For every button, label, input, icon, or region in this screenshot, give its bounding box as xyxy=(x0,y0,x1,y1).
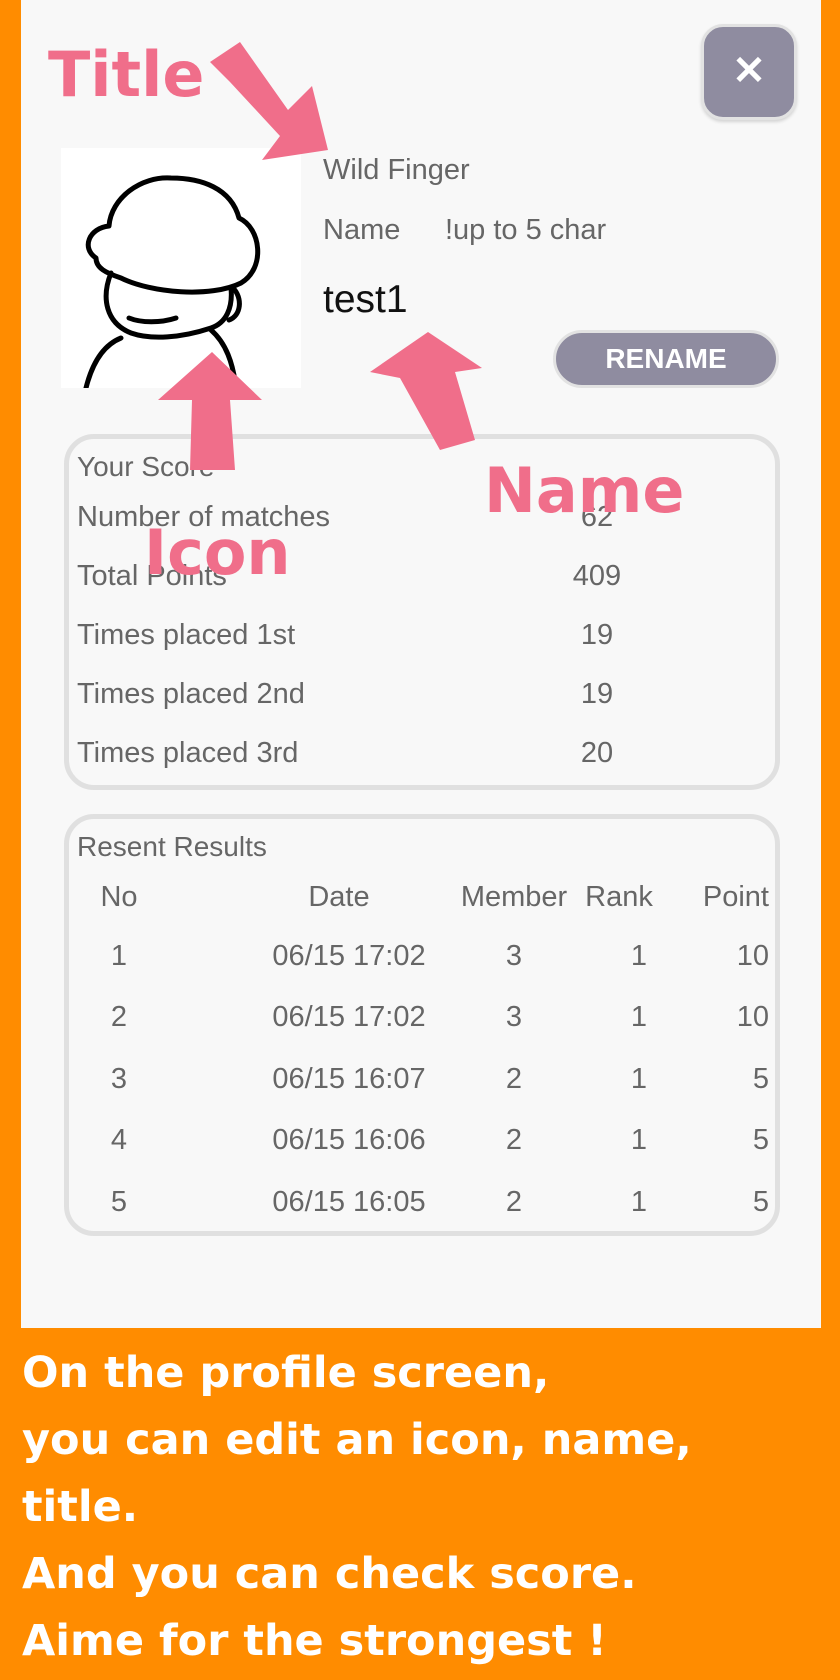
cell-date: 06/15 16:05 xyxy=(272,1186,426,1218)
cell-date: 06/15 17:02 xyxy=(272,940,426,972)
caption-line: title. xyxy=(22,1482,139,1532)
cell-rank: 1 xyxy=(630,1063,648,1095)
cell-no: 3 xyxy=(110,1063,128,1095)
cell-date: 06/15 16:06 xyxy=(272,1124,426,1156)
close-icon: ✕ xyxy=(732,49,766,93)
caption-line: On the profile screen, xyxy=(22,1348,550,1398)
avatar[interactable] xyxy=(61,148,301,388)
score-label: Times placed 3rd xyxy=(77,737,299,769)
caption-line: And you can check score. xyxy=(22,1549,637,1599)
caption-line: Aime for the strongest ! xyxy=(22,1616,607,1666)
cell-no: 5 xyxy=(110,1186,128,1218)
score-row: Times placed 2nd 19 xyxy=(77,678,777,718)
cell-rank: 1 xyxy=(630,1186,648,1218)
score-row: Times placed 1st 19 xyxy=(77,619,777,659)
close-button[interactable]: ✕ xyxy=(701,24,797,120)
column-header-rank: Rank xyxy=(585,881,653,913)
cell-rank: 1 xyxy=(630,1124,648,1156)
score-row: Times placed 3rd 20 xyxy=(77,737,777,777)
cell-point: 10 xyxy=(736,1001,769,1033)
cell-point: 5 xyxy=(752,1186,769,1218)
table-row: 5 06/15 16:05 2 1 5 xyxy=(69,1186,775,1226)
score-value: 19 xyxy=(580,678,614,710)
table-row: 3 06/15 16:07 2 1 5 xyxy=(69,1063,775,1103)
title-text[interactable]: Wild Finger xyxy=(323,154,470,187)
cell-member: 3 xyxy=(505,1001,523,1033)
annotation-title-label: Title xyxy=(48,38,205,111)
cell-member: 2 xyxy=(505,1063,523,1095)
results-heading: Resent Results xyxy=(77,831,267,862)
name-label: Name xyxy=(323,214,401,246)
cell-point: 5 xyxy=(752,1063,769,1095)
column-header-date: Date xyxy=(308,881,370,913)
annotation-name-label: Name xyxy=(484,454,685,527)
column-header-no: No xyxy=(100,881,138,913)
table-row: 2 06/15 17:02 3 1 10 xyxy=(69,1001,775,1041)
column-header-member: Member xyxy=(460,881,568,913)
rename-button[interactable]: RENAME xyxy=(553,330,779,388)
cell-member: 2 xyxy=(505,1186,523,1218)
column-header-point: Point xyxy=(702,881,769,913)
score-label: Times placed 2nd xyxy=(77,678,305,710)
cell-member: 3 xyxy=(505,940,523,972)
cell-no: 2 xyxy=(110,1001,128,1033)
score-label: Times placed 1st xyxy=(77,619,296,651)
cell-rank: 1 xyxy=(630,940,648,972)
profile-screen: ✕ Wild Finger Name !up to 5 char test1 R… xyxy=(21,0,821,1328)
cell-date: 06/15 16:07 xyxy=(272,1063,426,1095)
cell-no: 1 xyxy=(110,940,128,972)
caption-line: you can edit an icon, name, xyxy=(22,1415,692,1465)
score-value: 19 xyxy=(580,619,614,651)
cell-point: 5 xyxy=(752,1124,769,1156)
score-value: 20 xyxy=(580,737,614,769)
table-row: 4 06/15 16:06 2 1 5 xyxy=(69,1124,775,1164)
score-heading: Your Score xyxy=(77,451,215,482)
results-panel: Resent Results No Date Member Rank Point… xyxy=(64,814,780,1236)
table-row: 1 06/15 17:02 3 1 10 xyxy=(69,940,775,980)
score-value: 409 xyxy=(572,560,622,592)
caption-area: On the profile screen, you can edit an i… xyxy=(0,1328,840,1680)
cell-point: 10 xyxy=(736,940,769,972)
name-value[interactable]: test1 xyxy=(323,278,408,322)
annotation-icon-label: Icon xyxy=(144,516,291,589)
name-hint: !up to 5 char xyxy=(445,214,607,246)
avatar-drawing xyxy=(83,175,261,388)
cell-rank: 1 xyxy=(630,1001,648,1033)
cell-member: 2 xyxy=(505,1124,523,1156)
cell-date: 06/15 17:02 xyxy=(272,1001,426,1033)
results-header-row: No Date Member Rank Point xyxy=(69,881,775,921)
cell-no: 4 xyxy=(110,1124,128,1156)
